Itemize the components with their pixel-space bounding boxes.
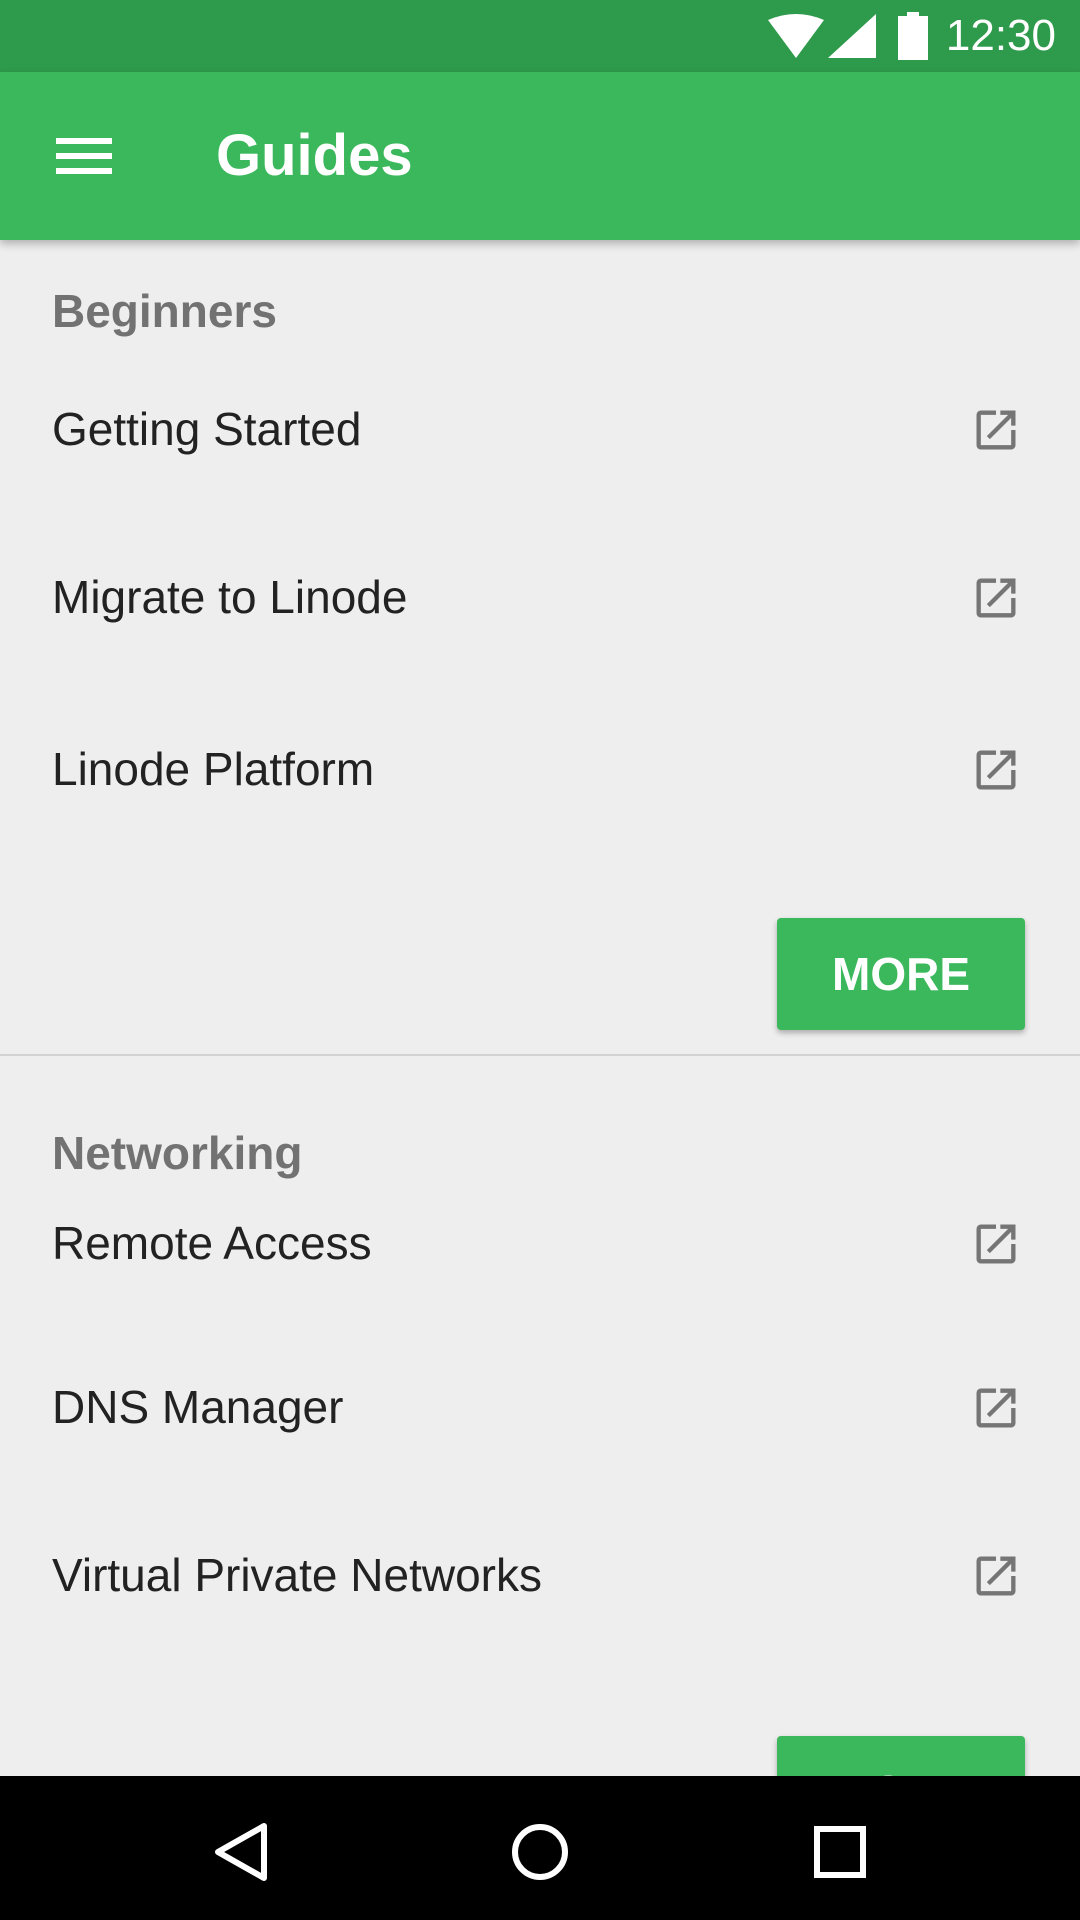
- battery-icon: [898, 12, 928, 60]
- open-in-new-icon: [976, 578, 1016, 618]
- list-item-label: Remote Access: [52, 1217, 372, 1269]
- list-item-label: Linode Platform: [52, 743, 375, 795]
- menu-button[interactable]: [44, 122, 124, 190]
- more-button[interactable]: MORE: [777, 1736, 1025, 1776]
- list-item[interactable]: Migrate to Linode: [0, 522, 1080, 672]
- app-bar: Guides: [0, 72, 1080, 240]
- home-icon[interactable]: [500, 1812, 580, 1892]
- list-item[interactable]: DNS Manager: [0, 1332, 1080, 1482]
- page-title: Guides: [216, 123, 413, 188]
- list-item-label: Getting Started: [52, 403, 362, 455]
- signal-icon: [828, 14, 876, 58]
- open-in-new-icon: [976, 1224, 1016, 1264]
- open-in-new-icon: [976, 410, 1016, 450]
- list-item[interactable]: Virtual Private Networks: [0, 1500, 1080, 1650]
- open-in-new-icon: [976, 750, 1016, 790]
- list-item-label: Migrate to Linode: [52, 571, 408, 623]
- status-bar: 12:30: [0, 0, 1080, 72]
- menu-icon: [56, 138, 112, 174]
- back-icon[interactable]: [200, 1812, 280, 1892]
- recents-icon[interactable]: [800, 1812, 880, 1892]
- section-divider: [0, 1054, 1080, 1056]
- list-item[interactable]: Remote Access: [0, 1168, 1080, 1318]
- wifi-icon: [768, 14, 824, 58]
- status-clock: 12:30: [945, 11, 1056, 60]
- more-button[interactable]: MORE: [777, 918, 1025, 1030]
- open-in-new-icon: [976, 1388, 1016, 1428]
- open-in-new-icon: [976, 1556, 1016, 1596]
- guides-content[interactable]: Beginners Getting Started Migrate to Lin…: [0, 240, 1080, 1776]
- list-item-label: Virtual Private Networks: [52, 1549, 542, 1601]
- list-item[interactable]: Getting Started: [0, 354, 1080, 504]
- navigation-bar: [0, 1776, 1080, 1920]
- list-item-label: DNS Manager: [52, 1381, 344, 1433]
- list-item[interactable]: Linode Platform: [0, 694, 1080, 844]
- section-title: Beginners: [52, 285, 277, 337]
